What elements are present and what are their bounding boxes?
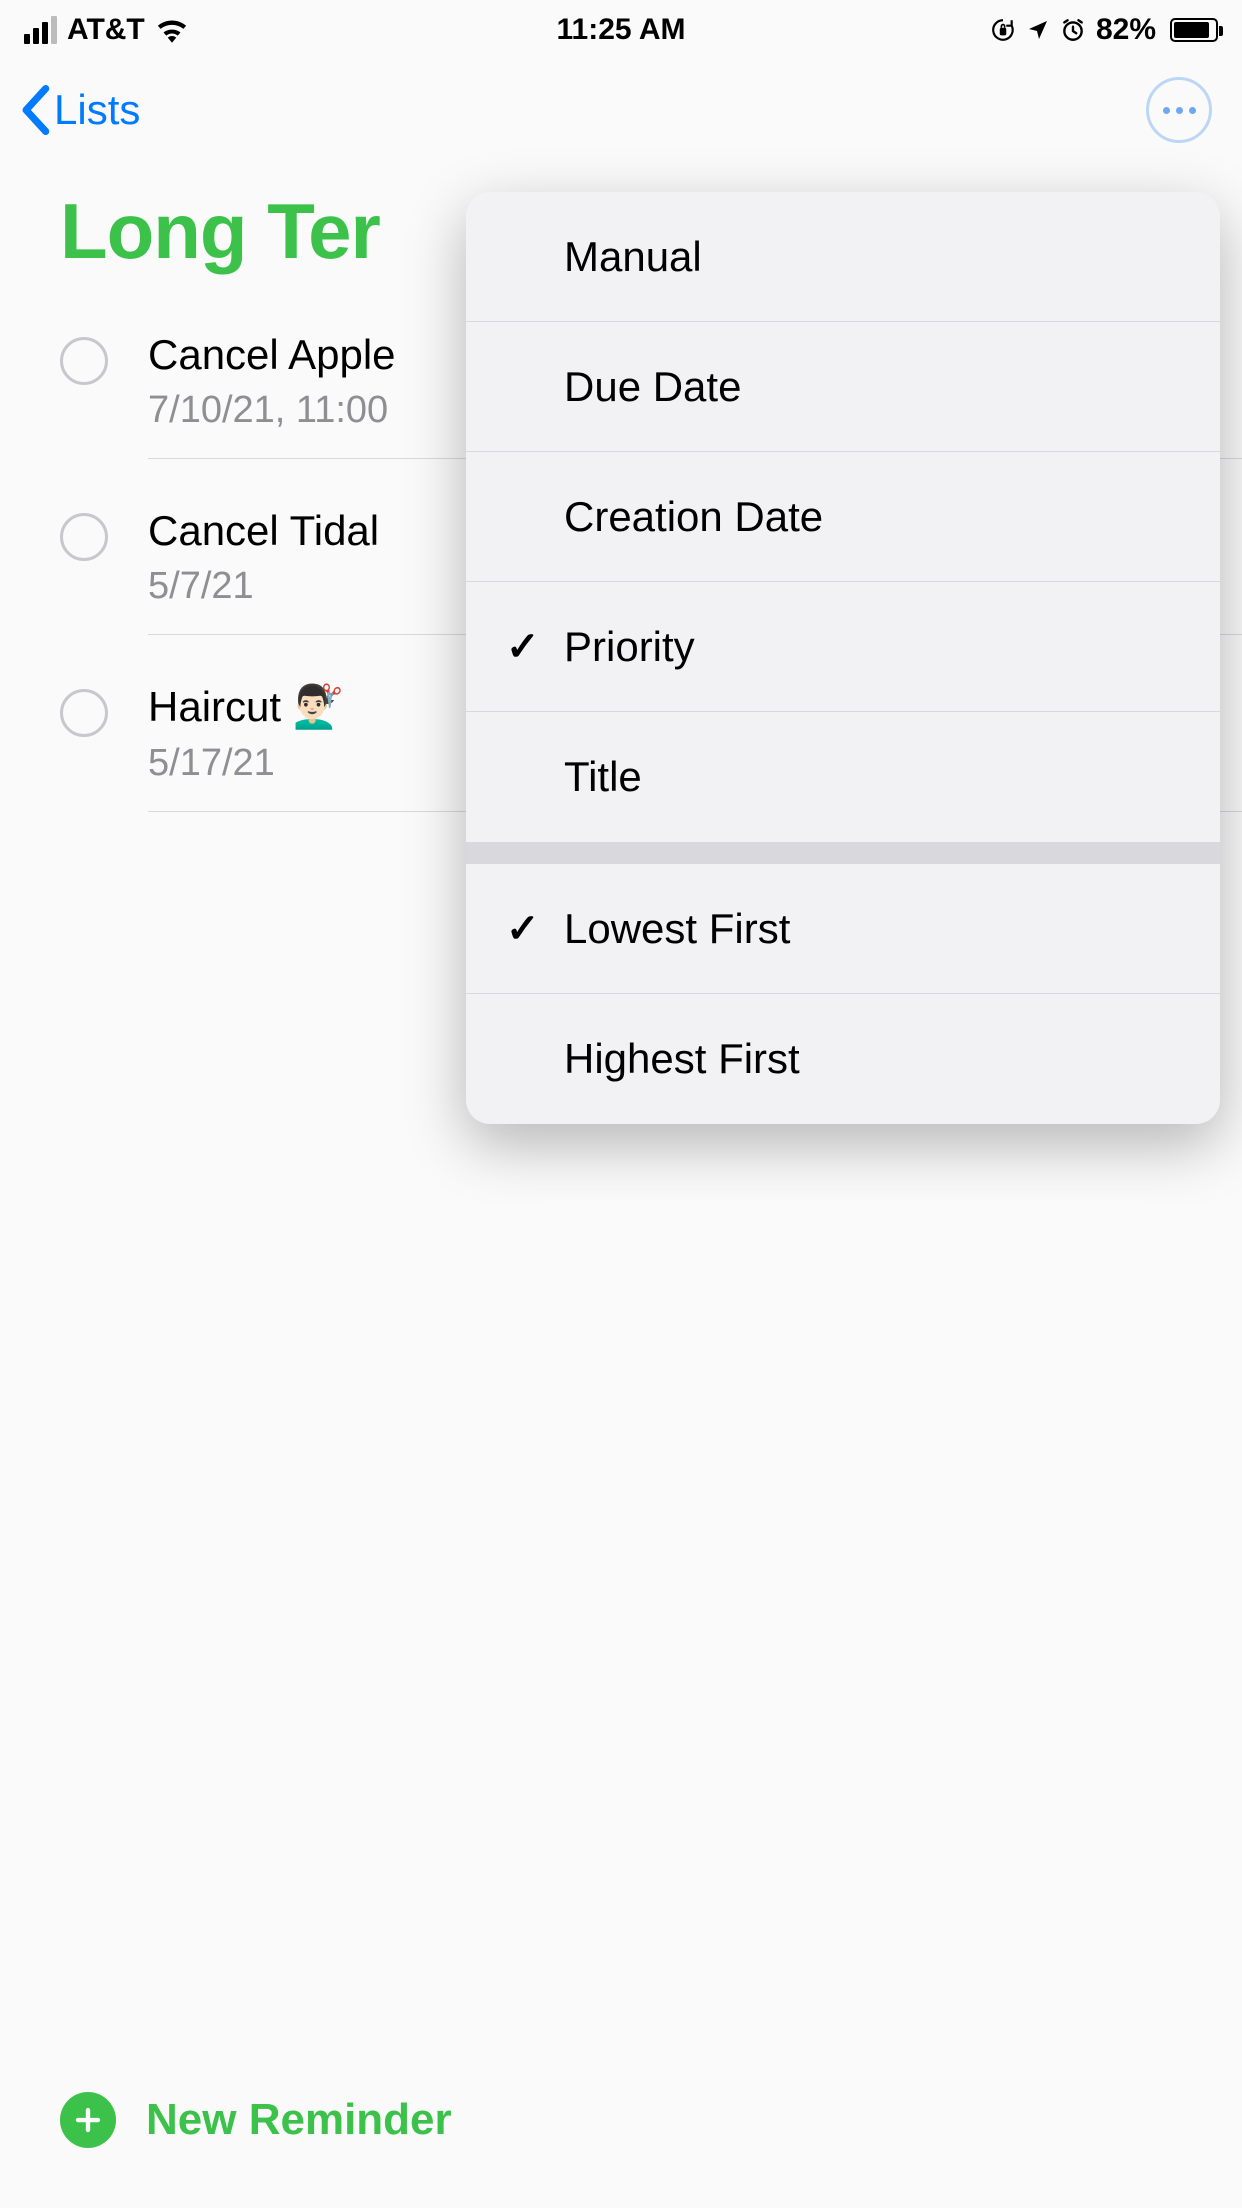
more-button[interactable] — [1146, 77, 1212, 143]
sort-option-label: Manual — [564, 233, 702, 281]
sort-option-title[interactable]: Title — [466, 712, 1220, 842]
sort-option-creation-date[interactable]: Creation Date — [466, 452, 1220, 582]
sort-option-manual[interactable]: Manual — [466, 192, 1220, 322]
complete-toggle[interactable] — [60, 513, 108, 561]
rotation-lock-icon — [990, 17, 1016, 43]
sort-option-label: Creation Date — [564, 493, 823, 541]
sort-option-label: Title — [564, 753, 642, 801]
clock-label: 11:25 AM — [557, 13, 686, 47]
new-reminder-label: New Reminder — [146, 2095, 452, 2145]
status-left: AT&T — [24, 13, 189, 47]
status-bar: AT&T 11:25 AM 82% — [0, 0, 1242, 60]
nav-bar: Lists — [0, 60, 1242, 160]
carrier-label: AT&T — [67, 13, 145, 47]
sort-option-priority[interactable]: ✓ Priority — [466, 582, 1220, 712]
battery-percent-label: 82% — [1096, 13, 1156, 47]
alarm-icon — [1060, 17, 1086, 43]
sort-option-due-date[interactable]: Due Date — [466, 322, 1220, 452]
chevron-left-icon — [20, 85, 50, 135]
back-button[interactable]: Lists — [20, 85, 140, 135]
sort-direction-highest-first[interactable]: Highest First — [466, 994, 1220, 1124]
menu-divider — [466, 842, 1220, 864]
back-label: Lists — [54, 86, 140, 134]
sort-option-label: Due Date — [564, 363, 741, 411]
complete-toggle[interactable] — [60, 689, 108, 737]
new-reminder-button[interactable]: New Reminder — [60, 2092, 452, 2148]
sort-direction-label: Lowest First — [564, 905, 790, 953]
plus-circle-icon — [60, 2092, 116, 2148]
status-right: 82% — [990, 13, 1218, 47]
sort-menu-popover: Manual Due Date Creation Date ✓ Priority… — [466, 192, 1220, 1124]
complete-toggle[interactable] — [60, 337, 108, 385]
sort-direction-lowest-first[interactable]: ✓ Lowest First — [466, 864, 1220, 994]
checkmark-icon: ✓ — [506, 624, 540, 670]
location-icon — [1026, 18, 1050, 42]
wifi-icon — [155, 17, 189, 43]
checkmark-icon: ✓ — [506, 906, 540, 952]
sort-option-label: Priority — [564, 623, 695, 671]
cellular-signal-icon — [24, 16, 57, 44]
sort-direction-label: Highest First — [564, 1035, 800, 1083]
ellipsis-icon — [1163, 107, 1170, 114]
battery-icon — [1170, 18, 1218, 42]
